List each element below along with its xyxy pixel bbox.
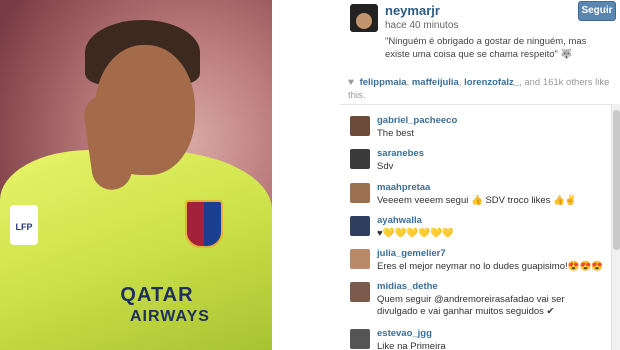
comment-text: Sdv <box>377 161 394 172</box>
sponsor-text: QATAR <box>120 284 194 306</box>
scrollbar-thumb[interactable] <box>613 110 620 250</box>
comment-username[interactable]: maahpretaa <box>377 182 430 193</box>
post-header: neymarjr hace 40 minutos "Ninguém é obri… <box>340 0 620 66</box>
comments-list: gabriel_pacheeco The best saranebes Sdv … <box>340 108 610 350</box>
comment-username[interactable]: estevao_jgg <box>377 328 432 339</box>
like-user[interactable]: lorenzofalz_ <box>464 77 519 88</box>
divider <box>340 104 620 105</box>
likes-summary: ♥ felippmaia, maffeijulia, lorenzofalz_,… <box>348 77 610 101</box>
comment-username[interactable]: midias_dethe <box>377 281 438 292</box>
comment-username[interactable]: saranebes <box>377 148 424 159</box>
comment-text: ♥💛💛💛💛💛💛 <box>377 228 454 239</box>
comment-username[interactable]: ayahwalla <box>377 215 422 226</box>
comment-text: Quem seguir @andremoreirasafadao vai ser… <box>377 294 565 317</box>
post-time: hace 40 minutos <box>385 20 459 31</box>
comment-username[interactable]: julia_gemelier7 <box>377 248 446 259</box>
commenter-avatar[interactable] <box>350 329 370 349</box>
comment-item: estevao_jgg Like na Primeira <box>350 321 605 350</box>
like-user[interactable]: maffeijulia <box>412 77 459 88</box>
comment-text: Eres el mejor neymar no lo dudes guapisi… <box>377 261 604 272</box>
comments-scrollbar[interactable] <box>611 104 620 350</box>
post-caption: "Ninguém é obrigado a gostar de ninguém,… <box>385 36 587 60</box>
commenter-avatar[interactable] <box>350 282 370 302</box>
follow-button[interactable]: Seguir <box>578 1 616 21</box>
league-badge: LFP <box>10 205 38 245</box>
heart-icon: ♥ <box>348 77 354 88</box>
club-crest-icon <box>185 200 223 248</box>
commenter-avatar[interactable] <box>350 249 370 269</box>
post-panel: neymarjr hace 40 minutos "Ninguém é obri… <box>340 0 620 350</box>
commenter-avatar[interactable] <box>350 149 370 169</box>
commenter-avatar[interactable] <box>350 116 370 136</box>
owner-avatar[interactable] <box>350 4 378 32</box>
comment-text: The best <box>377 128 414 139</box>
post-photo: LFP QATAR AIRWAYS <box>0 0 272 350</box>
commenter-avatar[interactable] <box>350 216 370 236</box>
like-user[interactable]: felippmaia <box>360 77 407 88</box>
comment-text: Like na Primeira <box>377 341 446 350</box>
comment-username[interactable]: gabriel_pacheeco <box>377 115 457 126</box>
comment-item: midias_dethe Quem seguir @andremoreirasa… <box>350 274 605 317</box>
owner-username[interactable]: neymarjr <box>385 3 440 18</box>
comment-text: Veeeem veeem segui 👍 SDV troco likes 👍✌ <box>377 195 577 206</box>
sponsor-subtext: AIRWAYS <box>130 308 210 325</box>
commenter-avatar[interactable] <box>350 183 370 203</box>
